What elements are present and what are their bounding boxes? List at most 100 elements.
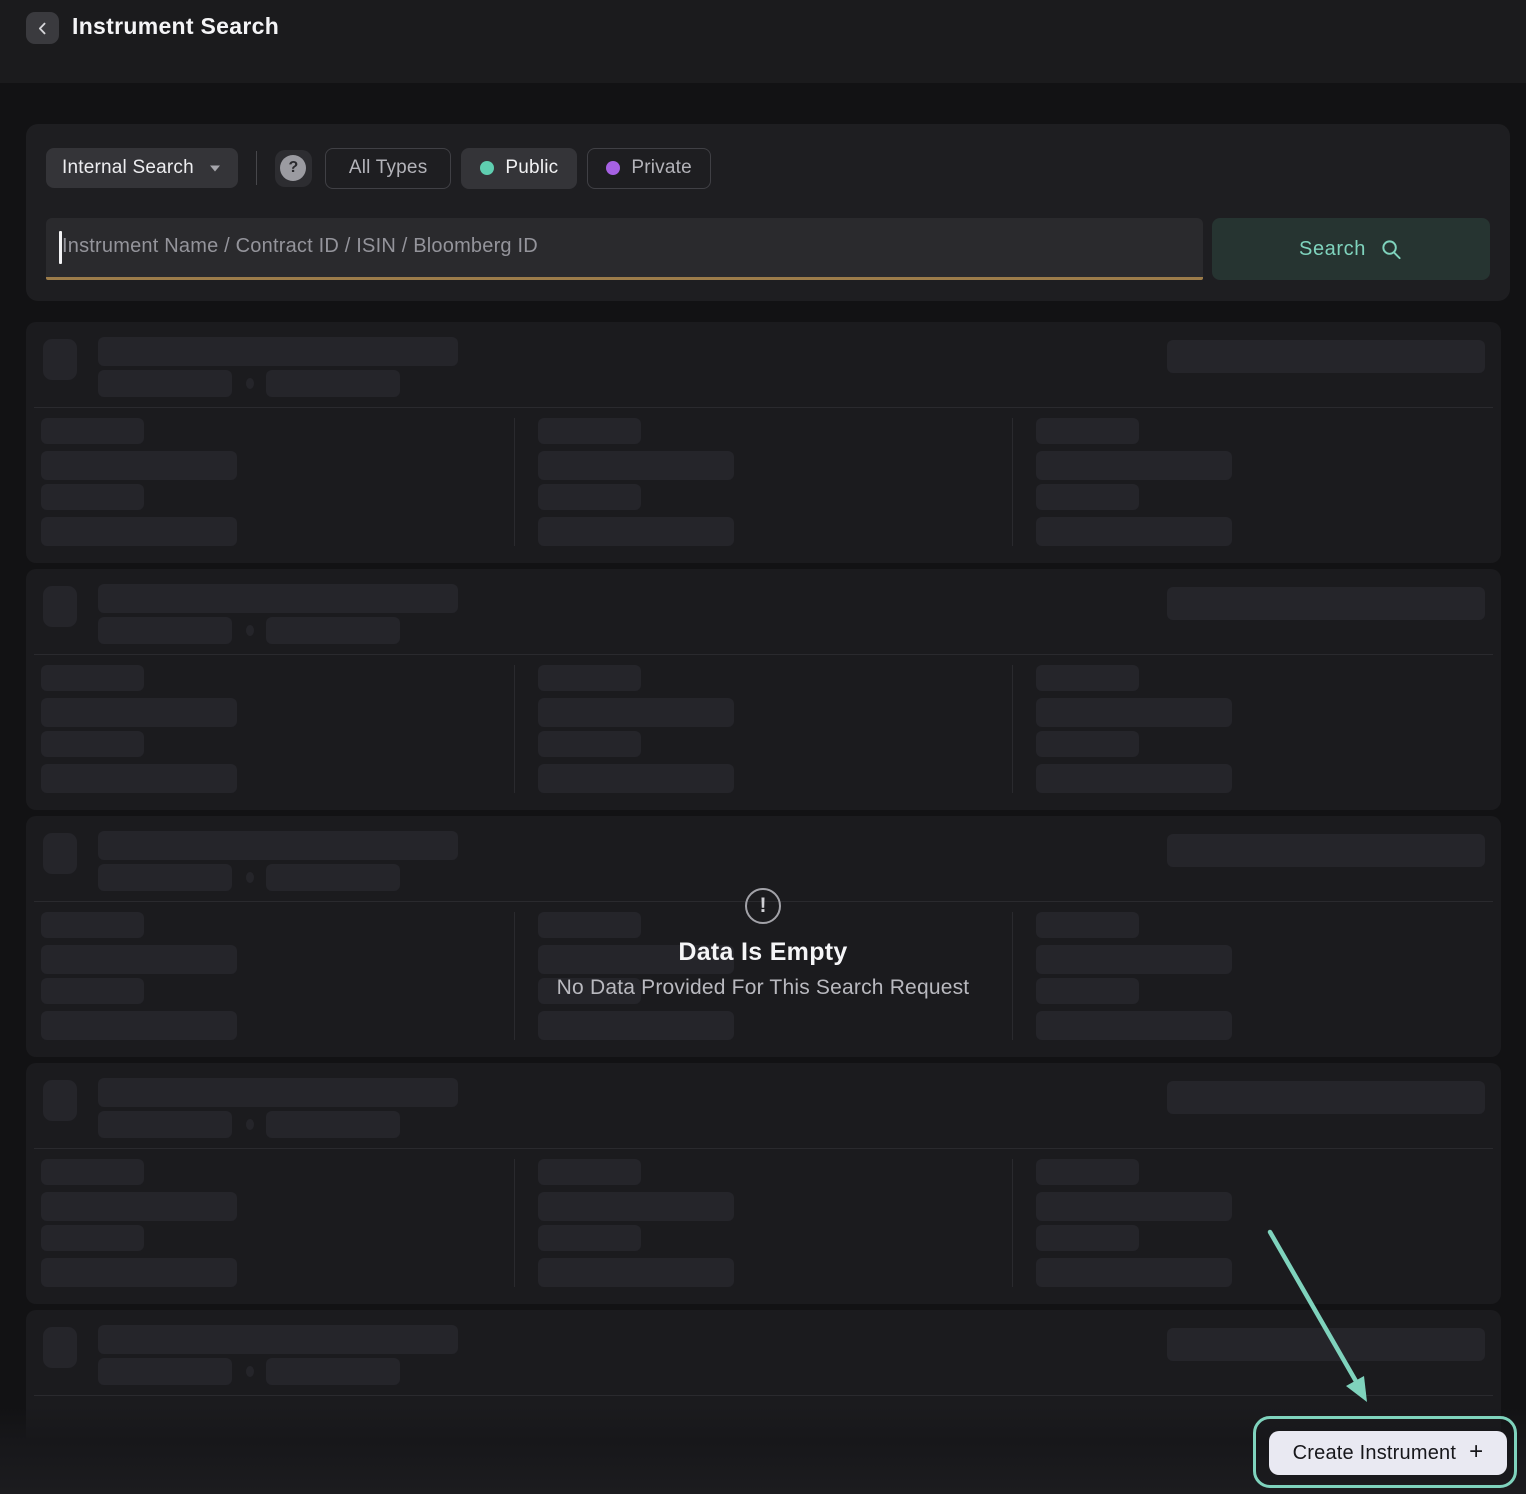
skeleton-field-bar	[538, 517, 734, 546]
skeleton-field-bar	[41, 665, 144, 691]
card-divider	[34, 407, 1493, 408]
column-divider	[514, 665, 515, 793]
search-mode-dropdown[interactable]: Internal Search	[46, 148, 238, 188]
app-header: Instrument Search	[0, 0, 1526, 83]
instrument-search-page: Instrument Search Internal Search ? All …	[0, 0, 1526, 1494]
public-dot-icon	[480, 161, 494, 175]
skeleton-field-bar	[1036, 978, 1139, 1004]
search-button-label: Search	[1299, 238, 1366, 261]
help-button[interactable]: ?	[275, 150, 312, 187]
filter-private-label: Private	[631, 157, 692, 179]
skeleton-field-bar	[1036, 451, 1232, 480]
skeleton-top-right-bar	[1167, 1328, 1485, 1361]
filter-public[interactable]: Public	[461, 148, 577, 189]
skeleton-field-bar	[538, 978, 641, 1004]
result-card-skeleton	[26, 322, 1501, 563]
skeleton-sub-bar	[98, 370, 232, 397]
column-divider	[1012, 665, 1013, 793]
skeleton-top-right-bar	[1167, 1081, 1485, 1114]
skeleton-field-bar	[41, 1258, 237, 1287]
skeleton-field-bar	[538, 1258, 734, 1287]
skeleton-field-bar	[538, 945, 734, 974]
skeleton-title-bar	[98, 831, 458, 860]
skeleton-sub-bar	[98, 864, 232, 891]
skeleton-field-bar	[1036, 1258, 1232, 1287]
results-list	[26, 322, 1501, 1494]
skeleton-field-bar	[1036, 484, 1139, 510]
filter-public-label: Public	[505, 157, 558, 179]
vertical-divider	[256, 151, 257, 185]
card-divider	[34, 1148, 1493, 1149]
card-divider	[34, 654, 1493, 655]
column-divider	[1012, 418, 1013, 546]
card-divider	[34, 901, 1493, 902]
search-input[interactable]	[46, 218, 1203, 277]
skeleton-field-bar	[41, 1011, 237, 1040]
skeleton-field-bar	[1036, 764, 1232, 793]
skeleton-field-bar	[538, 731, 641, 757]
skeleton-sub-bar	[266, 1111, 400, 1138]
result-card-skeleton	[26, 1063, 1501, 1304]
skeleton-field-bar	[41, 912, 144, 938]
skeleton-field-bar	[538, 418, 641, 444]
skeleton-sub-bar	[98, 617, 232, 644]
skeleton-field-bar	[41, 1159, 144, 1185]
skeleton-field-bar	[1036, 1192, 1232, 1221]
skeleton-title-bar	[98, 584, 458, 613]
skeleton-field-bar	[538, 451, 734, 480]
search-panel: Internal Search ? All Types Public Priva…	[26, 124, 1510, 301]
create-instrument-label: Create Instrument	[1293, 1442, 1456, 1465]
search-input-wrap	[46, 218, 1203, 280]
skeleton-field-bar	[41, 698, 237, 727]
skeleton-field-bar	[41, 484, 144, 510]
column-divider	[514, 1159, 515, 1287]
skeleton-dot	[246, 872, 254, 883]
result-card-skeleton	[26, 816, 1501, 1057]
chevron-left-icon	[35, 21, 50, 36]
skeleton-dot	[246, 1366, 254, 1377]
skeleton-sub-bar	[266, 370, 400, 397]
skeleton-sub-bar	[266, 617, 400, 644]
skeleton-field-bar	[538, 484, 641, 510]
skeleton-sub-bar	[98, 1358, 232, 1385]
question-icon: ?	[280, 155, 306, 181]
skeleton-title-bar	[98, 337, 458, 366]
skeleton-field-bar	[41, 764, 237, 793]
result-card-skeleton	[26, 569, 1501, 810]
skeleton-field-bar	[538, 1225, 641, 1251]
skeleton-field-bar	[538, 764, 734, 793]
column-divider	[514, 912, 515, 1040]
skeleton-field-bar	[1036, 1159, 1139, 1185]
filter-all-types[interactable]: All Types	[325, 148, 452, 189]
skeleton-field-bar	[41, 1225, 144, 1251]
skeleton-field-bar	[538, 1192, 734, 1221]
search-button[interactable]: Search	[1212, 218, 1490, 280]
skeleton-field-bar	[538, 912, 641, 938]
plus-icon: +	[1469, 1438, 1483, 1466]
skeleton-sub-bar	[266, 1358, 400, 1385]
skeleton-field-bar	[41, 945, 237, 974]
chevron-down-icon	[208, 163, 222, 173]
skeleton-field-bar	[538, 698, 734, 727]
skeleton-field-bar	[1036, 912, 1139, 938]
filter-private[interactable]: Private	[587, 148, 711, 189]
filter-all-types-label: All Types	[349, 157, 428, 179]
column-divider	[1012, 1159, 1013, 1287]
skeleton-field-bar	[41, 451, 237, 480]
skeleton-field-bar	[538, 665, 641, 691]
card-divider	[34, 1395, 1493, 1396]
skeleton-field-bar	[1036, 945, 1232, 974]
column-divider	[1012, 912, 1013, 1040]
search-row: Search	[46, 218, 1490, 280]
skeleton-top-right-bar	[1167, 587, 1485, 620]
skeleton-field-bar	[1036, 698, 1232, 727]
filters-row: Internal Search ? All Types Public Priva…	[46, 148, 721, 188]
skeleton-field-bar	[1036, 1011, 1232, 1040]
skeleton-field-bar	[1036, 665, 1139, 691]
create-instrument-button[interactable]: Create Instrument +	[1269, 1431, 1507, 1475]
skeleton-field-bar	[538, 1159, 641, 1185]
skeleton-checkbox	[43, 1080, 77, 1121]
search-mode-label: Internal Search	[62, 157, 194, 179]
page-title: Instrument Search	[72, 13, 279, 40]
back-button[interactable]	[26, 12, 59, 44]
